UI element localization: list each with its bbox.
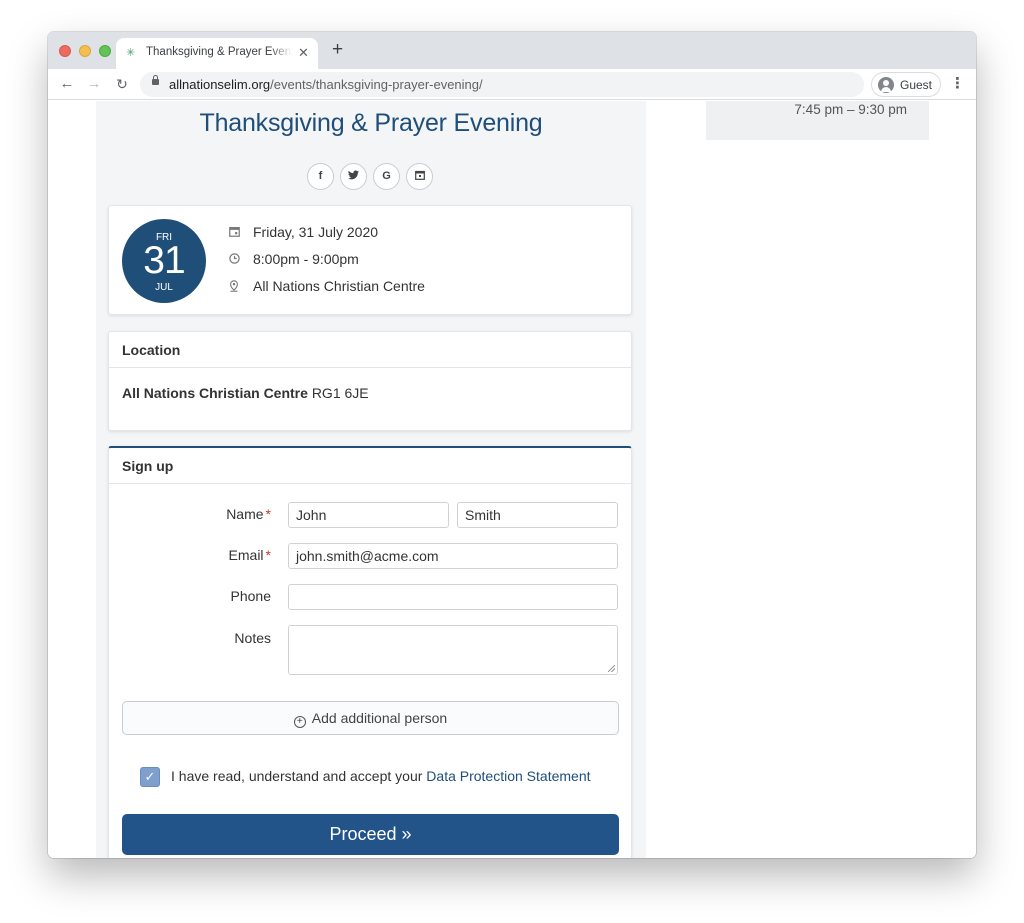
profile-button[interactable]: Guest: [871, 72, 941, 97]
tab-close-icon[interactable]: ✕: [298, 46, 309, 60]
add-person-label: Add additional person: [311, 710, 448, 726]
sidebar-time-range: 7:45 pm – 9:30 pm: [794, 102, 907, 117]
required-marker: *: [265, 506, 271, 522]
location-venue-name: All Nations Christian Centre: [122, 385, 308, 401]
notes-label-wrap: Notes: [109, 630, 271, 650]
signup-card: Sign up Name * John Smith Email * john.smi…: [108, 446, 632, 858]
name-label-wrap: Name *: [109, 506, 271, 526]
signup-heading: Sign up: [122, 458, 174, 474]
address-bar[interactable]: allnationselim.org/events/thanksgiving-p…: [140, 72, 864, 97]
email-label-wrap: Email *: [109, 547, 271, 567]
signup-header: Sign up: [109, 448, 631, 484]
browser-toolbar: ← → ↻ allnationselim.org/events/thanksgi…: [48, 69, 976, 100]
browser-window: ✳ Thanksgiving & Prayer Evening ✕ + ← → …: [48, 32, 976, 858]
facebook-icon[interactable]: f: [307, 163, 334, 190]
new-tab-button[interactable]: +: [332, 40, 343, 59]
consent-checkbox[interactable]: ✓: [140, 767, 160, 787]
twitter-icon[interactable]: [340, 163, 367, 190]
proceed-button[interactable]: Proceed »: [122, 814, 619, 855]
map-pin-icon: [227, 280, 241, 294]
location-header: Location: [109, 332, 631, 368]
url-path: /events/thanksgiving-prayer-evening/: [270, 77, 483, 92]
reload-icon[interactable]: ↻: [112, 74, 132, 94]
resize-handle-icon[interactable]: [608, 665, 615, 672]
maximize-window-button[interactable]: [99, 45, 111, 57]
date-badge: FRI 31 JUL: [122, 219, 206, 303]
phone-label-wrap: Phone: [109, 588, 271, 608]
page-viewport: 7:45 pm – 9:30 pm Thanksgiving & Prayer …: [48, 101, 976, 858]
tab-title: Thanksgiving & Prayer Evening: [146, 46, 292, 58]
email-label-text: Email: [228, 547, 264, 563]
tab-active[interactable]: ✳ Thanksgiving & Prayer Evening ✕: [116, 38, 318, 69]
tab-strip: ✳ Thanksgiving & Prayer Evening ✕ +: [48, 32, 976, 69]
calendar-export-icon[interactable]: [406, 163, 433, 190]
plus-circle-icon: +: [293, 716, 306, 728]
notes-textarea[interactable]: [288, 625, 618, 675]
email-label: Email *: [229, 547, 271, 563]
required-marker: *: [265, 547, 271, 563]
consent-statement: I have read, understand and accept your: [171, 768, 423, 784]
badge-month: JUL: [155, 282, 173, 293]
guest-avatar-icon: [878, 77, 894, 93]
clock-icon: [227, 253, 241, 267]
location-postcode: RG1 6JE: [311, 385, 369, 401]
close-window-button[interactable]: [59, 45, 71, 57]
minimize-window-button[interactable]: [79, 45, 91, 57]
phone-field[interactable]: [288, 584, 618, 610]
back-arrow-icon[interactable]: ←: [57, 74, 77, 94]
email-field[interactable]: john.smith@acme.com: [288, 543, 618, 569]
name-label: Name *: [226, 506, 271, 522]
lock-icon[interactable]: [152, 75, 159, 85]
event-title: Thanksgiving & Prayer Evening: [199, 109, 543, 137]
sidebar-event-card: 7:45 pm – 9:30 pm: [706, 101, 929, 140]
site-favicon-icon: ✳: [126, 47, 136, 59]
event-time: 8:00pm - 9:00pm: [253, 251, 359, 267]
url-text[interactable]: allnationselim.org/events/thanksgiving-p…: [169, 77, 483, 92]
url-domain: allnationselim.org: [169, 77, 271, 92]
event-venue: All Nations Christian Centre: [253, 278, 425, 294]
profile-label: Guest: [900, 78, 933, 92]
last-name-input[interactable]: Smith: [457, 502, 618, 528]
more-vert-icon[interactable]: ⋮: [950, 75, 965, 93]
phone-label: Phone: [230, 588, 271, 604]
name-label-text: Name: [226, 506, 264, 522]
first-name-input[interactable]: John: [288, 502, 449, 528]
add-person-button[interactable]: + Add additional person: [122, 701, 619, 735]
location-card: Location All Nations Christian Centre RG…: [108, 331, 632, 431]
event-date-card: FRI 31 JUL Friday, 31 July 2020 8:00pm -…: [108, 205, 632, 315]
location-address: All Nations Christian Centre RG1 6JE: [122, 385, 369, 401]
location-heading: Location: [122, 342, 181, 358]
google-icon[interactable]: G: [373, 163, 400, 190]
consent-text: I have read, understand and accept your …: [171, 768, 591, 784]
data-protection-link[interactable]: Data Protection Statement: [426, 768, 590, 784]
calendar-icon: [227, 226, 241, 240]
forward-arrow-icon[interactable]: →: [84, 74, 104, 94]
event-date: Friday, 31 July 2020: [253, 224, 379, 240]
badge-day: 31: [143, 239, 185, 282]
notes-label: Notes: [234, 630, 271, 646]
